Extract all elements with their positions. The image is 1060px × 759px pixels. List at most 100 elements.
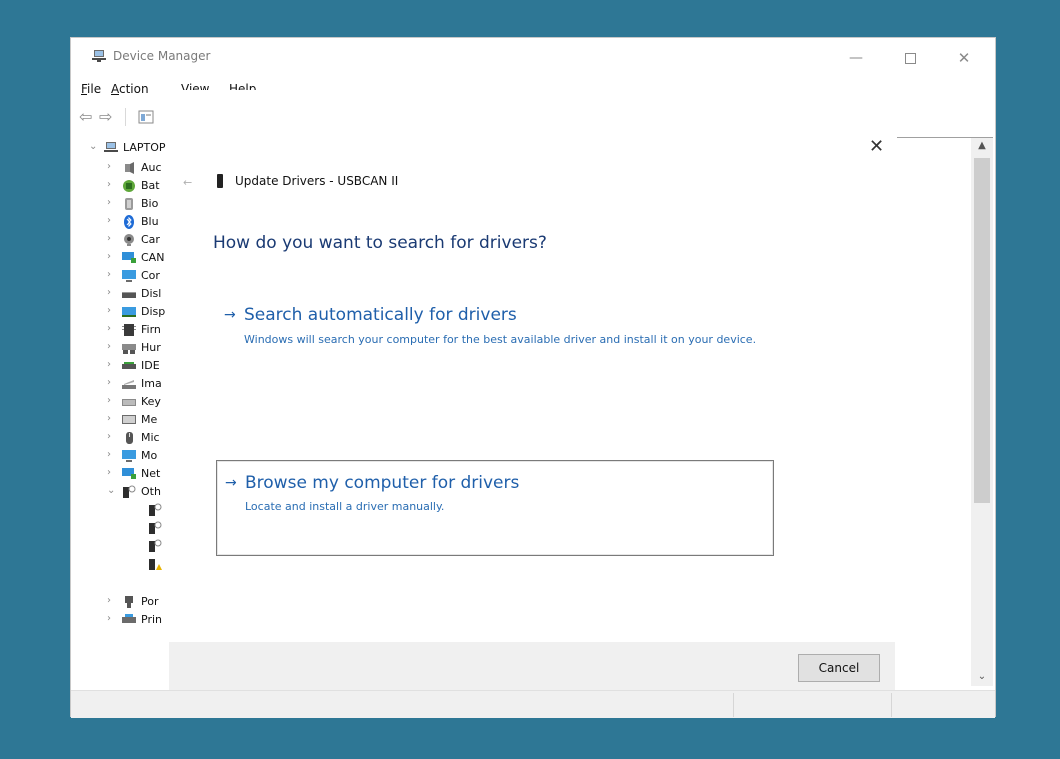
title-bar: Device Manager — ✕ — [71, 38, 995, 80]
vertical-scrollbar[interactable]: ▲ ⌄ — [971, 138, 993, 686]
chevron-right-icon[interactable]: › — [107, 413, 111, 424]
scroll-up-icon[interactable]: ▲ — [971, 140, 993, 151]
chevron-right-icon[interactable]: › — [107, 595, 111, 606]
unknown-device-icon[interactable] — [147, 538, 163, 554]
menu-file-rest: ile — [87, 82, 102, 96]
battery-icon — [123, 180, 135, 192]
search-automatically-option[interactable]: → Search automatically for drivers Windo… — [216, 305, 774, 375]
monitor-icon — [122, 270, 136, 282]
tree-item-label: Blu — [141, 215, 159, 228]
chevron-down-icon[interactable]: ⌄ — [89, 141, 97, 152]
tree-item-firmware[interactable]: › Firn — [71, 322, 171, 338]
unknown-device-icon[interactable] — [147, 520, 163, 536]
menu-action[interactable]: Action — [111, 82, 149, 96]
browse-computer-option[interactable]: → Browse my computer for drivers Locate … — [216, 460, 774, 556]
tree-item-cameras[interactable]: › Car — [71, 232, 171, 248]
device-manager-window: Device Manager — ✕ File Action View Help… — [70, 37, 996, 718]
maximize-button[interactable] — [887, 44, 933, 72]
tree-item-display-adapters[interactable]: › Disp — [71, 304, 171, 320]
tree-item-memory[interactable]: › Me — [71, 412, 171, 428]
chevron-right-icon[interactable]: › — [107, 341, 111, 352]
tree-item-label: Hur — [141, 341, 161, 354]
tree-item-disk-drives[interactable]: › Disl — [71, 286, 171, 302]
menu-action-rest: ction — [119, 82, 149, 96]
tree-item-other-devices[interactable]: ⌄ Oth — [71, 484, 171, 500]
memory-device-icon — [122, 415, 136, 424]
chevron-right-icon[interactable]: › — [107, 359, 111, 370]
tree-item-bluetooth[interactable]: › Blu — [71, 214, 171, 230]
tree-item-hid[interactable]: › Hur — [71, 340, 171, 356]
cancel-button[interactable]: Cancel — [798, 654, 880, 682]
keyboard-icon — [122, 399, 136, 406]
back-icon[interactable]: ⇦ — [79, 108, 97, 126]
forward-icon[interactable]: ⇨ — [99, 108, 117, 126]
tree-item-mice[interactable]: › Mic — [71, 430, 171, 446]
network-adapter-icon — [122, 468, 136, 479]
tree-item-biometric[interactable]: › Bio — [71, 196, 171, 212]
chevron-right-icon[interactable]: › — [107, 233, 111, 244]
usb-device-icon — [217, 174, 223, 188]
display-adapter-icon — [122, 307, 136, 317]
properties-icon[interactable] — [137, 108, 155, 126]
maximize-icon — [904, 52, 916, 64]
scroll-down-icon[interactable]: ⌄ — [971, 671, 993, 682]
tree-root-label: LAPTOP — [123, 141, 166, 154]
chevron-right-icon[interactable]: › — [107, 251, 111, 262]
chevron-right-icon[interactable]: › — [107, 161, 111, 172]
chevron-right-icon[interactable]: › — [107, 467, 111, 478]
tree-item-audio[interactable]: › Auc — [71, 160, 171, 176]
tree-item-ports[interactable]: › Por — [71, 594, 171, 610]
menu-action-mnemonic: A — [111, 82, 119, 96]
tree-item-label: Bat — [141, 179, 160, 192]
toolbar-separator — [125, 108, 126, 126]
imaging-device-icon — [122, 380, 136, 389]
tree-item-computer[interactable]: › Cor — [71, 268, 171, 284]
chevron-down-icon[interactable]: ⌄ — [107, 485, 115, 496]
tree-item-batteries[interactable]: › Bat — [71, 178, 171, 194]
tree-item-can[interactable]: › CAN — [71, 250, 171, 266]
tree-item-label: Bio — [141, 197, 159, 210]
chevron-right-icon[interactable]: › — [107, 179, 111, 190]
status-bar — [71, 690, 995, 718]
chevron-right-icon[interactable]: › — [107, 395, 111, 406]
close-button[interactable]: ✕ — [941, 44, 987, 72]
option-title: Search automatically for drivers — [244, 305, 517, 325]
dialog-close-button[interactable]: ✕ — [869, 136, 884, 157]
arrow-right-icon: → — [224, 307, 236, 323]
warning-device-icon[interactable] — [147, 556, 163, 572]
arrow-right-icon: → — [225, 475, 237, 491]
chevron-right-icon[interactable]: › — [107, 613, 111, 624]
tree-item-label: Cor — [141, 269, 160, 282]
chevron-right-icon[interactable]: › — [107, 287, 111, 298]
back-arrow-icon[interactable]: ← — [183, 176, 192, 189]
option-description: Windows will search your computer for th… — [244, 333, 757, 346]
chevron-right-icon[interactable]: › — [107, 215, 111, 226]
tree-item-label: Oth — [141, 485, 161, 498]
tree-item-network[interactable]: › Net — [71, 466, 171, 482]
menu-file[interactable]: File — [81, 82, 101, 96]
chevron-right-icon[interactable]: › — [107, 305, 111, 316]
tree-item-ide[interactable]: › IDE — [71, 358, 171, 374]
tree-root-laptop[interactable]: ⌄ LAPTOP — [71, 140, 171, 156]
chevron-right-icon[interactable]: › — [107, 269, 111, 280]
tree-item-label: Disl — [141, 287, 162, 300]
chevron-right-icon[interactable]: › — [107, 449, 111, 460]
minimize-button[interactable]: — — [833, 44, 879, 72]
scrollbar-thumb[interactable] — [974, 158, 990, 503]
device-manager-icon — [92, 50, 106, 62]
ide-controller-icon — [122, 362, 136, 369]
tree-item-monitors[interactable]: › Mo — [71, 448, 171, 464]
tree-item-label: Mic — [141, 431, 160, 444]
chevron-right-icon[interactable]: › — [107, 377, 111, 388]
chevron-right-icon[interactable]: › — [107, 197, 111, 208]
chevron-right-icon[interactable]: › — [107, 323, 111, 334]
chevron-right-icon[interactable]: › — [107, 431, 111, 442]
tree-item-printers[interactable]: › Prin — [71, 612, 171, 628]
tree-item-imaging[interactable]: › Ima — [71, 376, 171, 392]
tree-item-label: Disp — [141, 305, 166, 318]
speaker-icon — [125, 162, 134, 174]
tree-item-keyboards[interactable]: › Key — [71, 394, 171, 410]
unknown-device-icon[interactable] — [147, 502, 163, 518]
tree-item-label: Me — [141, 413, 158, 426]
tree-item-label: Ima — [141, 377, 162, 390]
